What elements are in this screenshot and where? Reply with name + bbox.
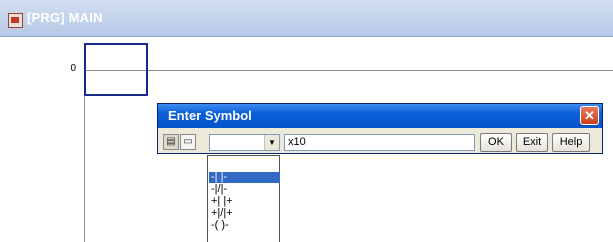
list-item[interactable]: +|/|+	[209, 208, 280, 219]
rung-number: 0	[70, 63, 76, 74]
help-button[interactable]: Help	[552, 133, 590, 152]
dialog-title: Enter Symbol	[168, 108, 252, 123]
ok-button[interactable]: OK	[480, 133, 512, 152]
ladder-cursor[interactable]	[84, 43, 148, 96]
exit-button[interactable]: Exit	[516, 133, 548, 152]
symbol-list-icon[interactable]: ▤	[163, 134, 179, 150]
device-input[interactable]: x10	[284, 134, 475, 151]
symbol-dropdown-list: -| |- -|/|- +| |+ +|/|+ -( )-	[207, 155, 280, 242]
list-item[interactable]: +| |+	[209, 196, 280, 207]
chevron-down-icon[interactable]: ▼	[264, 135, 279, 150]
app-icon	[8, 13, 23, 28]
comment-icon[interactable]: ▭	[180, 134, 196, 150]
enter-symbol-dialog: Enter Symbol ✕ ▤ ▭ ▼ x10 OK Exit Help	[157, 103, 603, 154]
dialog-titlebar[interactable]: Enter Symbol ✕	[158, 104, 602, 128]
list-item[interactable]: -|/|-	[209, 184, 280, 195]
main-titlebar[interactable]: [PRG] MAIN	[0, 0, 613, 37]
symbol-select[interactable]: ▼	[209, 134, 280, 151]
rung-line	[85, 70, 613, 71]
dialog-toolbar: ▤ ▭ ▼ x10 OK Exit Help	[158, 130, 602, 154]
main-window-title: [PRG] MAIN	[27, 10, 103, 25]
list-item[interactable]: -( )-	[209, 220, 280, 231]
close-icon[interactable]: ✕	[580, 106, 599, 125]
list-item[interactable]: -| |-	[209, 172, 280, 183]
